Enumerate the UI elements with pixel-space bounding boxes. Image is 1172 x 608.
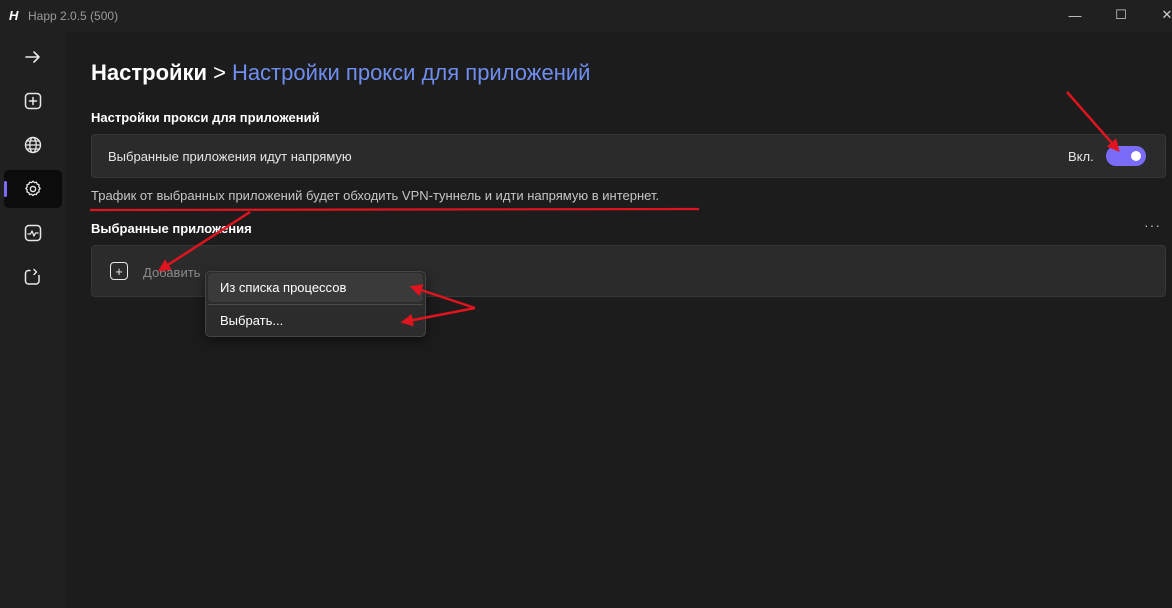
app-logo: H	[9, 8, 19, 23]
add-app-context-menu: Из списка процессов Выбрать...	[205, 271, 426, 337]
sidebar	[0, 32, 66, 608]
apps-section-title: Выбранные приложения	[91, 221, 252, 236]
sidebar-item-statistics[interactable]	[4, 214, 62, 252]
sidebar-item-add[interactable]	[4, 82, 62, 120]
maximize-button[interactable]: ☐	[1098, 0, 1144, 30]
title-bar: H Happ 2.0.5 (500) — ☐ ✕	[0, 0, 1172, 32]
globe-icon	[24, 136, 42, 154]
activity-icon	[24, 224, 42, 242]
arrow-right-icon	[25, 51, 40, 63]
menu-item-choose[interactable]: Выбрать...	[208, 306, 423, 335]
add-icon: +	[110, 262, 128, 280]
add-app-label: Добавить	[143, 265, 201, 280]
sidebar-item-connect[interactable]	[4, 38, 62, 76]
sidebar-item-settings[interactable]	[4, 170, 62, 208]
menu-item-from-process-list[interactable]: Из списка процессов	[208, 273, 423, 302]
breadcrumb: Настройки > Настройки прокси для приложени…	[91, 60, 590, 86]
direct-apps-label: Выбранные приложения идут напрямую	[108, 149, 352, 164]
breadcrumb-root[interactable]: Настройки	[91, 60, 207, 85]
window-title: Happ 2.0.5 (500)	[28, 9, 119, 23]
maximize-icon: ☐	[1115, 7, 1127, 22]
proxy-description: Трафик от выбранных приложений будет обх…	[91, 188, 660, 203]
more-options-button[interactable]: ···	[1144, 217, 1161, 233]
close-button[interactable]: ✕	[1144, 0, 1172, 30]
proxy-section-title: Настройки прокси для приложений	[91, 110, 320, 125]
close-icon: ✕	[1161, 7, 1172, 22]
direct-apps-toggle[interactable]	[1106, 146, 1146, 166]
toggle-state-label: Вкл.	[1068, 149, 1094, 164]
breadcrumb-separator: >	[213, 60, 226, 85]
sidebar-item-power[interactable]	[4, 258, 62, 296]
power-icon	[24, 268, 40, 285]
minimize-icon: —	[1068, 7, 1082, 23]
minimize-button[interactable]: —	[1052, 0, 1098, 30]
active-indicator	[4, 181, 7, 197]
breadcrumb-current: Настройки прокси для приложений	[231, 60, 591, 85]
sidebar-item-servers[interactable]	[4, 126, 62, 164]
menu-divider	[208, 304, 423, 305]
menu-item-label: Выбрать...	[220, 313, 284, 328]
menu-item-label: Из списка процессов	[220, 280, 347, 295]
add-square-icon	[24, 92, 42, 110]
toggle-knob	[1131, 151, 1141, 161]
gear-icon	[25, 180, 41, 197]
direct-apps-row: Выбранные приложения идут напрямую Вкл.	[91, 134, 1166, 178]
